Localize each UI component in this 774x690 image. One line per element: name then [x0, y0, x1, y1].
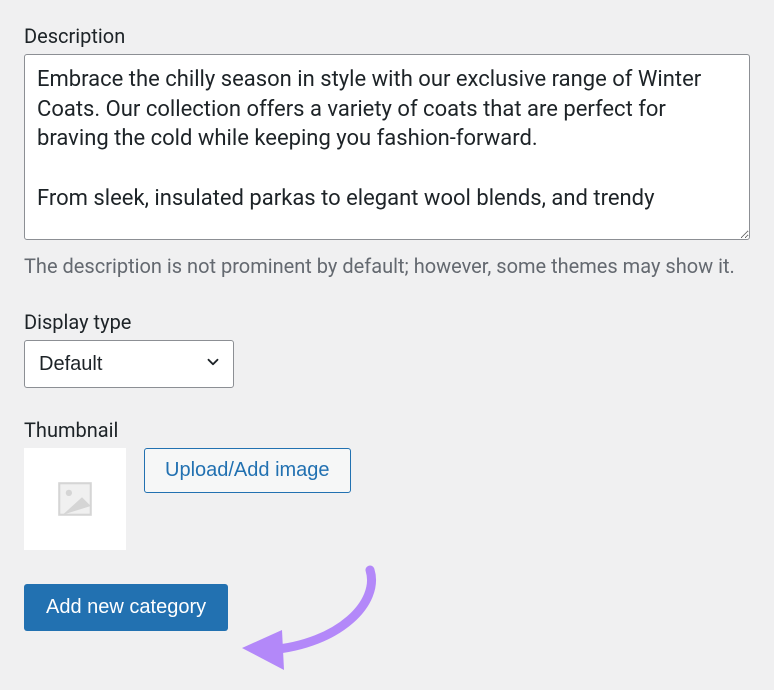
description-section: Description The description is not promi…: [24, 24, 750, 280]
image-placeholder-icon: [54, 478, 96, 520]
display-type-select[interactable]: Default: [24, 340, 234, 388]
display-type-select-wrapper: Default: [24, 340, 234, 388]
annotation-arrow-icon: [230, 552, 400, 682]
thumbnail-section: Thumbnail Upload/Add image: [24, 418, 750, 550]
thumbnail-label: Thumbnail: [24, 418, 750, 442]
display-type-label: Display type: [24, 310, 750, 334]
add-new-category-button[interactable]: Add new category: [24, 584, 228, 631]
description-textarea[interactable]: [24, 54, 750, 240]
thumbnail-placeholder: [24, 448, 126, 550]
display-type-section: Display type Default: [24, 310, 750, 388]
description-helper-text: The description is not prominent by defa…: [24, 252, 750, 280]
description-label: Description: [24, 24, 750, 48]
upload-image-button[interactable]: Upload/Add image: [144, 448, 351, 493]
